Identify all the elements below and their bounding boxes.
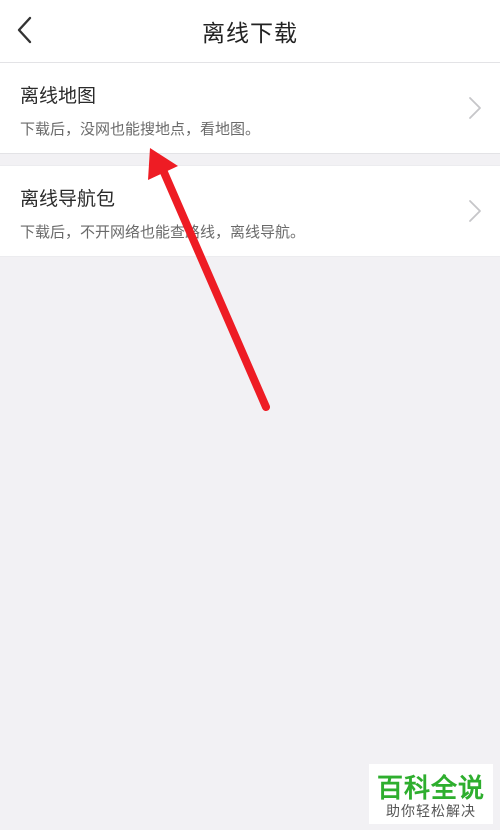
offline-map-subtitle: 下载后，没网也能搜地点，看地图。 [20, 120, 261, 138]
offline-map-title: 离线地图 [20, 85, 97, 107]
offline-navigation-item[interactable]: 离线导航包 下载后，不开网络也能查路线，离线导航。 [0, 165, 500, 257]
page-title: 离线下载 [202, 21, 298, 47]
top-bar: 离线下载 [0, 0, 500, 63]
offline-map-item[interactable]: 离线地图 下载后，没网也能搜地点，看地图。 [0, 63, 500, 154]
offline-navigation-title: 离线导航包 [20, 188, 116, 210]
watermark-brand: 百科全说 [376, 774, 485, 804]
watermark-slogan: 助你轻松解决 [386, 804, 476, 820]
chevron-right-icon [468, 96, 482, 120]
offline-navigation-subtitle: 下载后，不开网络也能查路线，离线导航。 [20, 223, 306, 241]
watermark-badge: 百科全说 助你轻松解决 [369, 764, 493, 824]
chevron-right-icon [468, 199, 482, 223]
